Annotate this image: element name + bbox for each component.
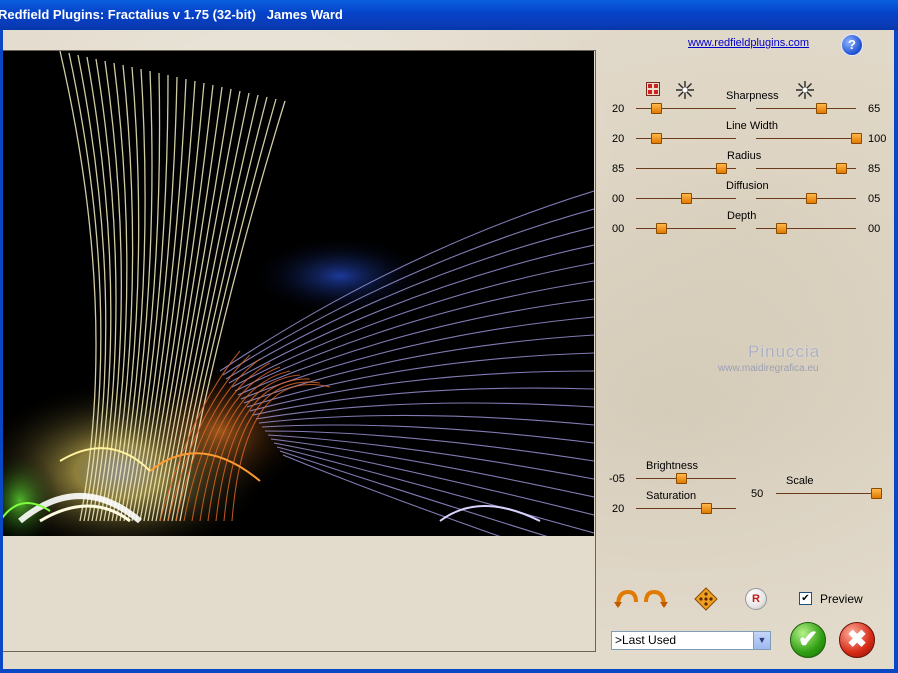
redo-icon[interactable]: [642, 586, 668, 615]
line-width-label: Line Width: [726, 120, 778, 132]
window-title: Redfield Plugins: Fractalius v 1.75 (32-…: [0, 7, 343, 22]
saturation-thumb[interactable]: [701, 503, 712, 514]
help-icon[interactable]: ?: [841, 34, 863, 56]
depth-track-right[interactable]: [756, 228, 856, 229]
saturation-value: 20: [612, 503, 625, 515]
random-dice-icon[interactable]: [694, 587, 718, 616]
grid-icon[interactable]: [646, 82, 660, 101]
radius-thumb-left[interactable]: [716, 163, 727, 174]
depth-left-value: 00: [612, 223, 625, 235]
diffusion-thumb-left[interactable]: [681, 193, 692, 204]
preview-label: Preview: [820, 592, 863, 606]
depth-thumb-left[interactable]: [656, 223, 667, 234]
depth-right-value: 00: [868, 223, 881, 235]
brightness-value: -05: [609, 473, 625, 485]
preview-image[interactable]: [0, 51, 594, 536]
saturation-label: Saturation: [646, 490, 697, 502]
radius-label: Radius: [727, 150, 762, 162]
brightness-label: Brightness: [646, 460, 698, 472]
sharpness-label: Sharpness: [726, 90, 779, 102]
sharpness-left-value: 20: [612, 103, 625, 115]
diffusion-right-value: 05: [868, 193, 881, 205]
scale-track[interactable]: [776, 493, 876, 494]
preset-value: >Last Used: [615, 633, 677, 647]
line-width-thumb-right[interactable]: [851, 133, 862, 144]
fractal-preview-graphic: [0, 51, 594, 536]
window-frame-left: [0, 30, 3, 673]
title-bar: Redfield Plugins: Fractalius v 1.75 (32-…: [0, 0, 898, 30]
cancel-button[interactable]: ✖: [839, 622, 875, 658]
preset-select[interactable]: >Last Used ▼: [611, 631, 771, 650]
diffusion-label: Diffusion: [726, 180, 769, 192]
line-width-right-value: 100: [868, 133, 887, 145]
saturation-track[interactable]: [636, 508, 736, 509]
watermark-site: www.maidiregrafica.eu: [718, 363, 819, 374]
window-frame-bottom: [0, 669, 898, 673]
line-width-track-right[interactable]: [756, 138, 856, 139]
sharpness-right-value: 65: [868, 103, 881, 115]
sharpness-thumb-right[interactable]: [816, 103, 827, 114]
ok-button[interactable]: ✔: [790, 622, 826, 658]
chevron-down-icon[interactable]: ▼: [753, 632, 770, 649]
line-width-left-value: 20: [612, 133, 625, 145]
redfield-link[interactable]: www.redfieldplugins.com: [688, 37, 809, 49]
window-frame-right: [894, 30, 898, 673]
diffusion-thumb-right[interactable]: [806, 193, 817, 204]
preview-panel: [0, 50, 596, 652]
brightness-thumb[interactable]: [676, 473, 687, 484]
scale-thumb[interactable]: [871, 488, 882, 499]
radius-left-value: 85: [612, 163, 625, 175]
undo-icon[interactable]: [614, 586, 640, 615]
sparkle-icon-right[interactable]: [795, 80, 815, 105]
dialog-client: www.redfieldplugins.com ? Sharpness 20 6…: [0, 30, 894, 669]
sparkle-icon[interactable]: [675, 80, 695, 105]
diffusion-left-value: 00: [612, 193, 625, 205]
depth-thumb-right[interactable]: [776, 223, 787, 234]
radius-thumb-right[interactable]: [836, 163, 847, 174]
depth-track-left[interactable]: [636, 228, 736, 229]
depth-label: Depth: [727, 210, 757, 222]
sharpness-track-right[interactable]: [756, 108, 856, 109]
sharpness-thumb-left[interactable]: [651, 103, 662, 114]
scale-value: 50: [751, 488, 764, 500]
watermark-name: Pinuccia: [748, 342, 821, 361]
line-width-thumb-left[interactable]: [651, 133, 662, 144]
reset-icon[interactable]: R: [745, 588, 767, 610]
radius-right-value: 85: [868, 163, 881, 175]
scale-label: Scale: [786, 475, 814, 487]
preview-checkbox[interactable]: ✔: [799, 592, 812, 605]
